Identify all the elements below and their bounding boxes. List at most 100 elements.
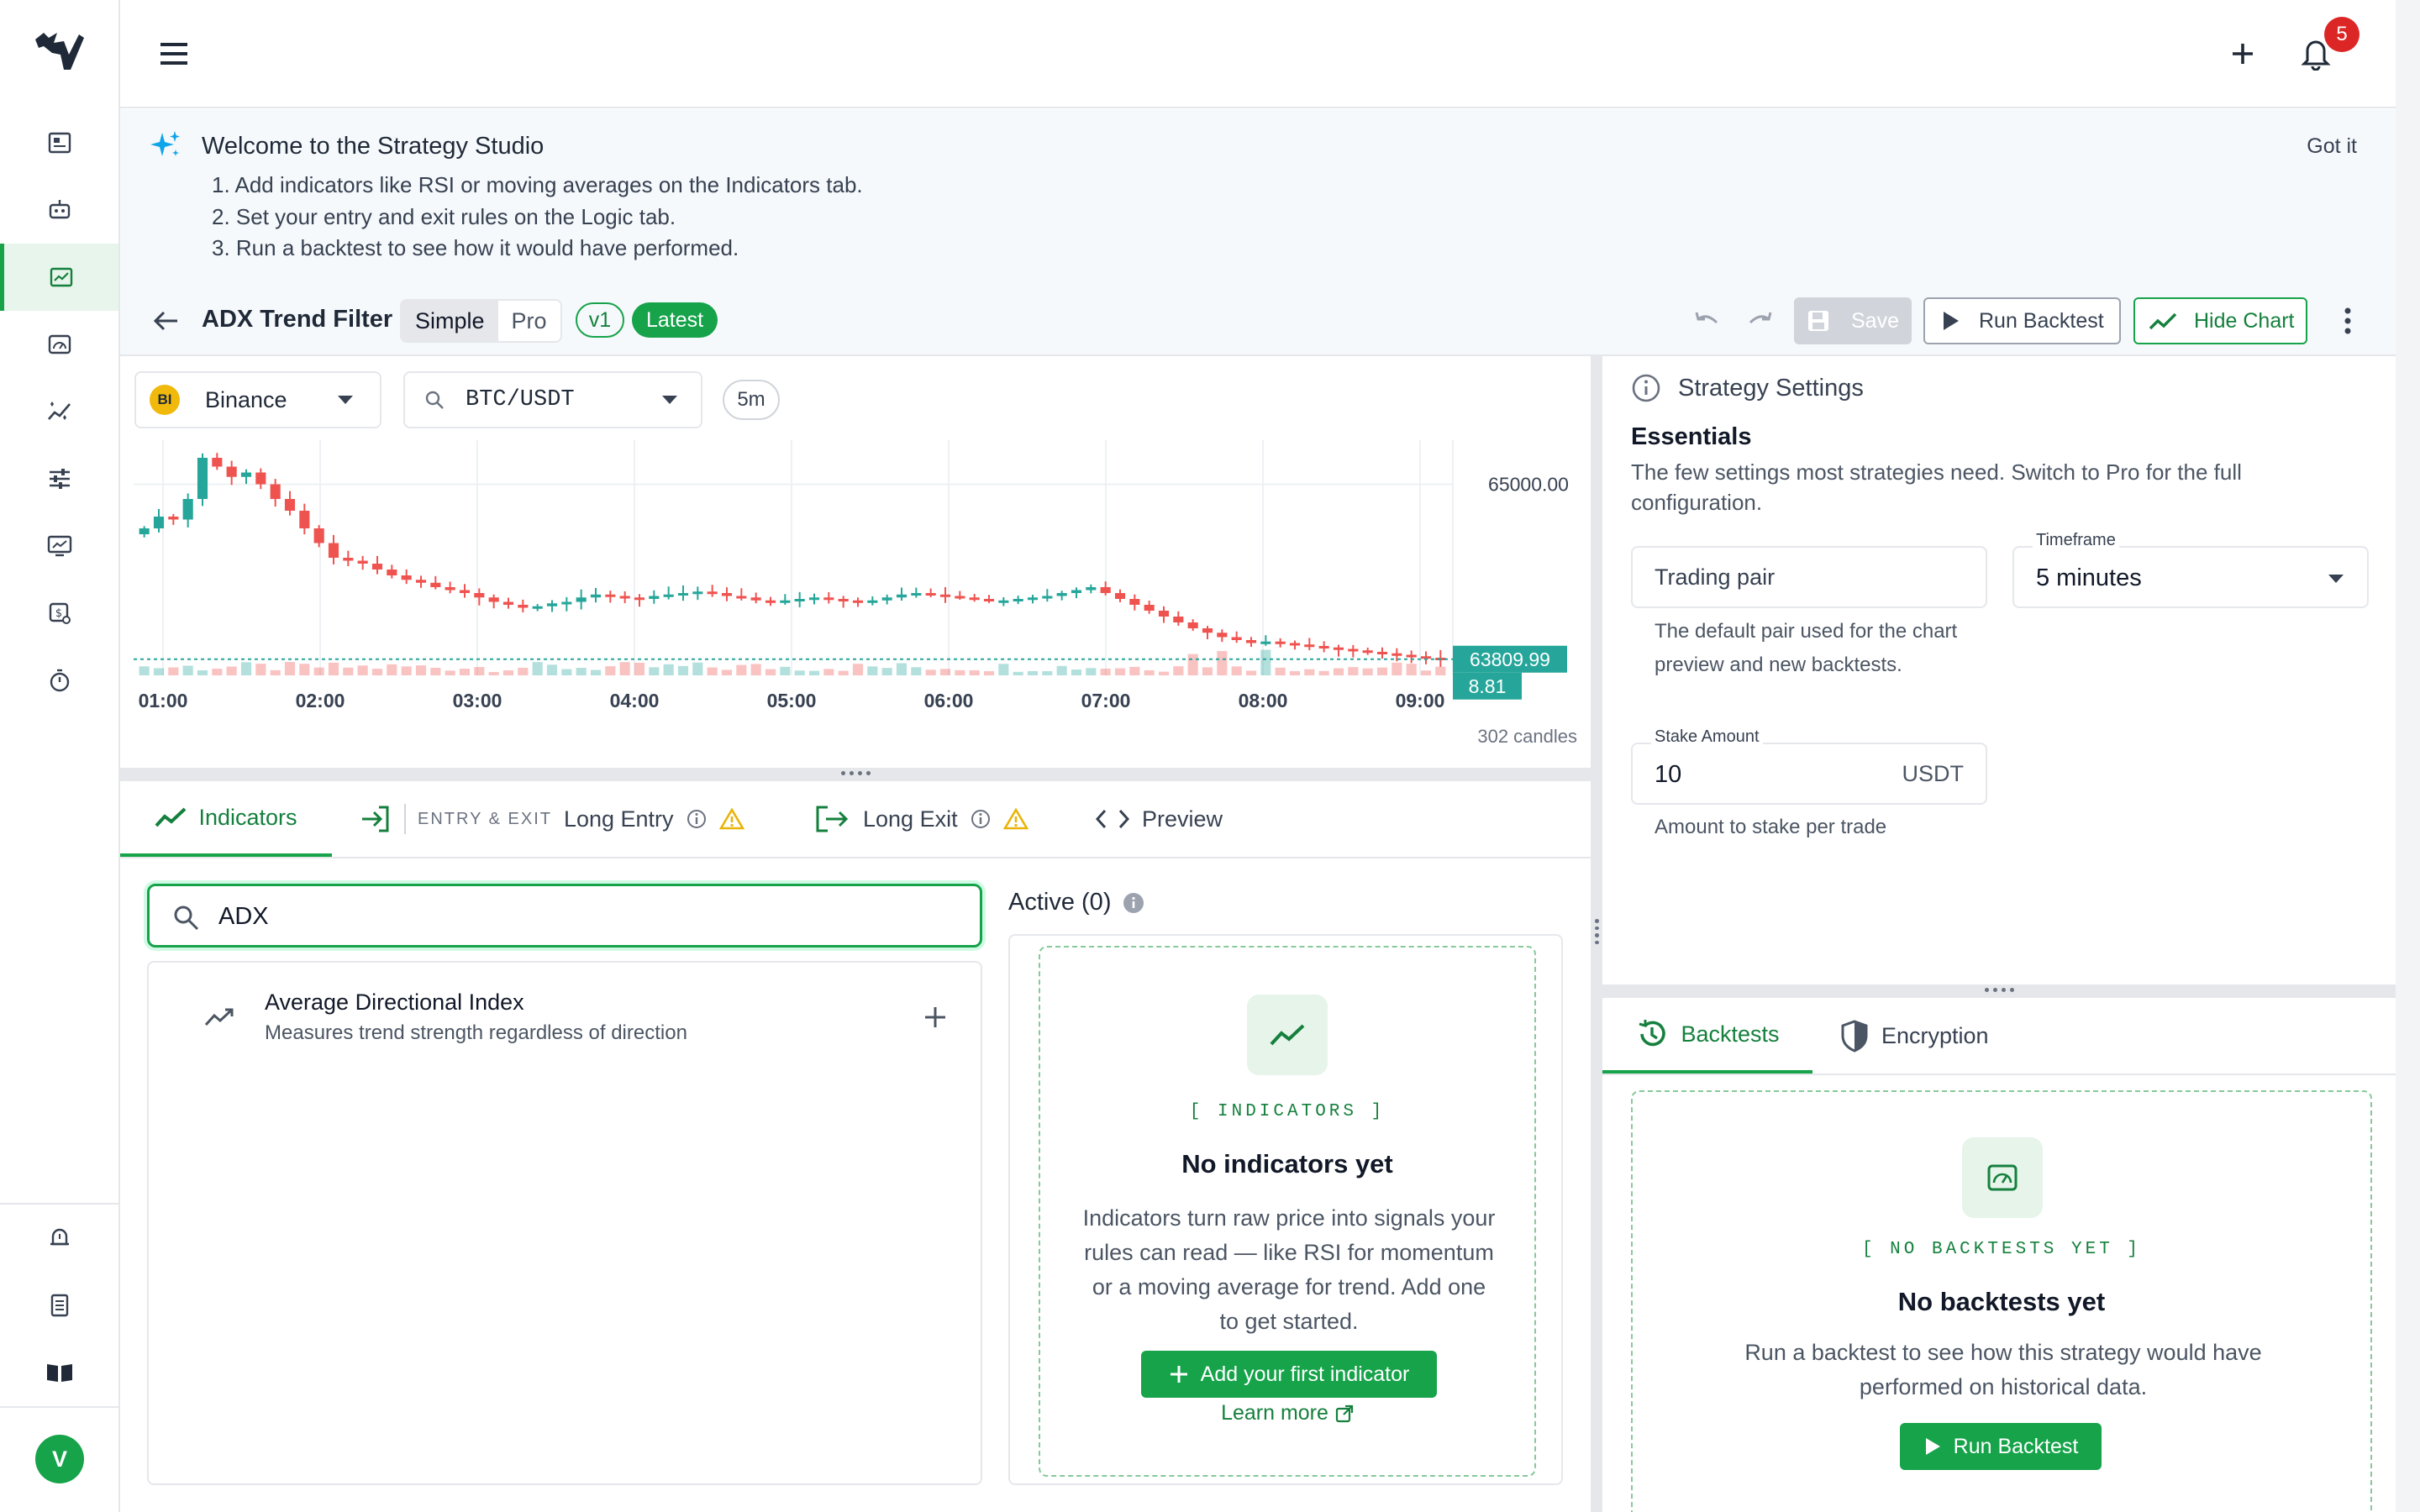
volume-bar <box>299 664 310 675</box>
add-first-indicator-button[interactable]: Add your first indicator <box>1141 1351 1437 1398</box>
sidebar-item-dashboard[interactable] <box>0 109 118 176</box>
chart-resize-handle[interactable] <box>120 768 1591 781</box>
redo-button[interactable] <box>1745 307 1776 336</box>
candle-body <box>502 601 514 605</box>
sidebar-item-guide[interactable] <box>0 1339 118 1406</box>
back-button[interactable] <box>150 306 181 336</box>
candle-body <box>1100 587 1111 593</box>
candle-body <box>955 596 965 599</box>
sidebar-item-monitor[interactable] <box>0 512 118 580</box>
run-backtest-empty-button[interactable]: Run Backtest <box>1900 1423 2102 1470</box>
tab-encryption[interactable]: Encryption <box>1839 998 1989 1074</box>
candle-body <box>387 570 397 575</box>
candle-body <box>1318 646 1329 648</box>
indicator-search[interactable]: ADX <box>147 884 982 948</box>
right-panel-resize-handle[interactable] <box>1602 984 2396 998</box>
history-icon <box>1639 1020 1666 1047</box>
pair-select[interactable]: BTC/USDT <box>403 371 702 428</box>
add-indicator-plus-icon[interactable] <box>923 1005 948 1030</box>
sidebar-item-backtests[interactable] <box>0 311 118 378</box>
tab-long-exit[interactable]: Long Exit <box>814 781 1028 857</box>
user-avatar[interactable]: V <box>35 1435 84 1483</box>
sidebar-item-settings[interactable] <box>0 445 118 512</box>
empty-tag: [ INDICATORS ] <box>1189 1102 1386 1121</box>
undo-button[interactable] <box>1691 307 1722 336</box>
page-scrollbar[interactable] <box>2396 0 2420 1512</box>
price-chart[interactable]: 01:00 02:00 03:00 04:00 05:00 06:00 07:00 08:00… <box>134 440 1579 726</box>
menu-toggle[interactable] <box>157 37 191 71</box>
candle-body <box>925 593 936 596</box>
backtests-panel: [ NO BACKTESTS YET ] No backtests yet Ru… <box>1602 1075 2396 1512</box>
learn-more-link[interactable]: Learn more <box>1040 1401 1534 1425</box>
candle-body <box>182 499 193 520</box>
play-icon <box>1925 1438 1940 1455</box>
mode-simple[interactable]: Simple <box>402 301 498 341</box>
sidebar-item-strategies[interactable] <box>0 244 118 311</box>
sidebar-item-bots[interactable] <box>0 176 118 244</box>
robot-icon <box>49 200 70 219</box>
hide-chart-button[interactable]: Hide Chart <box>2133 297 2307 344</box>
list-item[interactable]: Average Directional Index Measures trend… <box>149 963 981 1072</box>
info-filled-icon[interactable] <box>1123 892 1144 914</box>
x-tick-label: 03:00 <box>453 690 502 711</box>
stake-amount-field[interactable]: 10 USDT <box>1631 743 1987 805</box>
volume-bar <box>692 662 703 675</box>
candle-body <box>1392 653 1402 656</box>
mode-pro[interactable]: Pro <box>498 301 560 341</box>
stake-amount-help: Amount to stake per trade <box>1655 816 1887 838</box>
volume-bar <box>1376 667 1388 675</box>
tab-backtests[interactable]: Backtests <box>1602 998 1812 1074</box>
volume-bar <box>1392 662 1402 675</box>
panel-resize-handle[interactable] <box>1591 356 1602 1512</box>
save-button[interactable]: Save <box>1794 297 1912 344</box>
volume-bar <box>430 667 441 675</box>
play-icon <box>1944 312 1959 330</box>
sidebar-item-docs[interactable] <box>0 1272 118 1339</box>
volume-bar <box>619 662 630 675</box>
indicator-results: Average Directional Index Measures trend… <box>147 961 982 1485</box>
timeframe-pill[interactable]: 5m <box>723 380 780 420</box>
login-icon <box>362 806 389 832</box>
exchange-select[interactable]: BI Binance <box>134 371 381 428</box>
more-options-button[interactable] <box>2343 306 2353 336</box>
volume-bar <box>605 666 616 675</box>
sidebar-item-signals[interactable] <box>0 378 118 445</box>
tab-indicators[interactable]: Indicators <box>120 781 332 857</box>
candle-body <box>881 597 892 601</box>
volume-bar <box>721 669 733 675</box>
candle-body <box>576 597 587 602</box>
volume-bar <box>1406 664 1417 675</box>
pair-value: BTC/USDT <box>466 387 575 412</box>
trading-pair-field[interactable]: Trading pair <box>1631 546 1987 608</box>
candle-body <box>313 528 324 543</box>
search-input[interactable]: ADX <box>218 903 269 931</box>
tab-long-entry[interactable]: ENTRY & EXIT Long Entry <box>359 781 744 857</box>
candle-body <box>459 590 471 593</box>
volume-bar <box>313 667 324 675</box>
volume-bar <box>168 667 179 675</box>
run-backtest-button[interactable]: Run Backtest <box>1923 297 2121 344</box>
volume-bar <box>1071 669 1082 675</box>
sidebar-item-alerts[interactable] <box>0 1205 118 1272</box>
candle-body <box>1144 605 1155 611</box>
banner-title: Welcome to the Strategy Studio <box>202 133 544 160</box>
stake-amount-input[interactable]: 10 <box>1655 761 1681 789</box>
volume-bar <box>1362 668 1373 675</box>
sidebar-item-timer[interactable] <box>0 647 118 714</box>
timeframe-select[interactable]: 5 minutes <box>2012 546 2369 608</box>
version-pill[interactable]: v1 <box>576 302 624 338</box>
tab-preview[interactable]: Preview <box>1095 781 1223 857</box>
sidebar-item-wallet[interactable]: $ <box>0 580 118 647</box>
create-button[interactable] <box>2228 39 2258 69</box>
volume-bar <box>590 669 602 675</box>
stake-unit: USDT <box>1902 761 1965 786</box>
candle-body <box>838 599 849 601</box>
app-logo[interactable] <box>0 20 118 86</box>
dismiss-banner-button[interactable]: Got it <box>2307 134 2357 159</box>
plus-icon <box>1170 1366 1187 1383</box>
volume-bar <box>1086 668 1097 675</box>
volume-bar <box>1260 649 1271 675</box>
volume-bar <box>925 669 936 675</box>
strategy-name[interactable]: ADX Trend Filter <box>202 306 392 333</box>
candle-body <box>1202 628 1213 633</box>
